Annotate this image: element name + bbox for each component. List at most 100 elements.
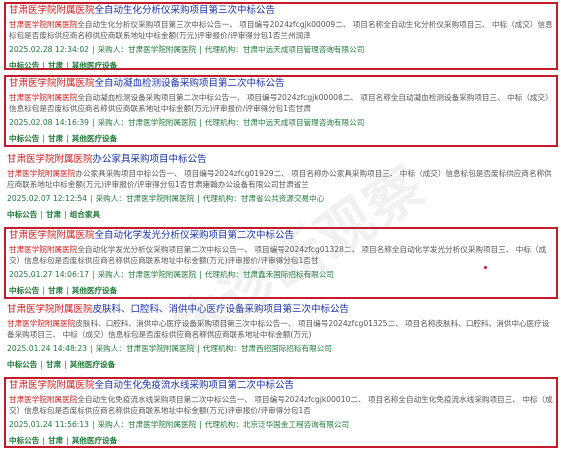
result-meta: 2025.01.24 14:48:23 | 采购人：甘肃医学院附属医院 | 代理机构：甘…: [7, 344, 332, 353]
agency-label: 代理机构：: [204, 45, 243, 54]
agency-name: 北京泛华国金工程咨询有限公司: [242, 420, 350, 429]
publish-date: 2025.01.24 14:48:23: [7, 344, 87, 353]
tag-category[interactable]: 其他医疗设备: [72, 286, 118, 295]
result-title-link[interactable]: 甘肃医学院附属医院皮肤科、口腔科、消供中心医疗设备采购项目第三次中标公告: [7, 303, 555, 316]
buyer-label: 采购人：: [97, 270, 128, 279]
tag-category[interactable]: 其他医疗设备: [72, 436, 118, 445]
result-tags: 中标公告 | 甘肃 | 其他医疗设备: [9, 436, 118, 445]
agency-label: 代理机构：: [202, 344, 241, 353]
title-highlight[interactable]: 甘肃医学院附属医院: [9, 380, 95, 391]
result-tags: 中标公告 | 甘肃 | 其他医疗设备: [9, 61, 118, 70]
result-snippet: 甘肃医学院附属医院全自动凝血检测设备采购项目第二次中标公告一、 项目编号2024…: [9, 92, 553, 114]
result-meta: 2025.01.24 11:56:13 | 采购人：甘肃医学院附属医院 | 代理机构：北…: [9, 420, 350, 429]
agency-label: 代理机构：: [204, 420, 243, 429]
title-highlight[interactable]: 甘肃医学院附属医院: [7, 304, 93, 315]
result-meta: 2025.02.28 12:34:02 | 采购人：甘肃医学院附属医院 | 代理机构：甘…: [9, 45, 365, 54]
snippet-text: 全自动化学发光分析仪采购项目第二次中标公告一、 项目编号2024zfcg0132…: [9, 245, 547, 265]
snippet-highlight: 甘肃医学院附属医院: [7, 169, 76, 178]
snippet-text: 皮肤科、口腔科、消供中心医疗设备采购项目第三次中标公告一、 项目编号2024zf…: [7, 319, 550, 339]
publish-date: 2025.01.27 14:06:17: [9, 270, 89, 279]
snippet-text: 全自动生化分析仪采购项目第三次中标公告一、 项目编号2024zfcgjk0000…: [9, 20, 553, 40]
list-item: 甘肃医学院附属医院皮肤科、口腔科、消供中心医疗设备采购项目第三次中标公告 甘肃医…: [4, 303, 558, 373]
results-list: 甘肃医学院附属医院全自动生化分析仪采购项目第三次中标公告 甘肃医学院附属医院全自…: [0, 0, 564, 450]
tag-category[interactable]: 其他医疗设备: [72, 61, 118, 70]
title-highlight[interactable]: 甘肃医学院附属医院: [7, 154, 93, 165]
agency-label: 代理机构：: [202, 194, 241, 203]
list-item: 甘肃医学院附属医院全自动凝血检测设备采购项目第二次中标公告 甘肃医学院附属医院全…: [4, 75, 558, 147]
result-tags: 中标公告 | 甘肃 | 组合家具: [7, 210, 101, 219]
snippet-text: 全自动凝血检测设备采购项目第二次中标公告一、 项目编号2024zfcgjk000…: [9, 93, 553, 113]
buyer-name: 甘肃医学院附属医院: [127, 118, 197, 127]
agency-name: 甘肃西招国际招标有限公司: [240, 344, 332, 353]
buyer-name: 甘肃医学院附属医院: [127, 45, 197, 54]
result-tags: 中标公告 | 甘肃 | 其他医疗设备: [9, 286, 118, 295]
buyer-label: 采购人：: [95, 194, 126, 203]
result-title-link[interactable]: 甘肃医学院附属医院办公家具采购项目中标公告: [7, 153, 555, 166]
buyer-label: 采购人：: [97, 45, 128, 54]
buyer-name: 甘肃医学院附属医院: [127, 420, 197, 429]
result-snippet: 甘肃医学院附属医院办公家具采购项目中标公告一、 项目编号2024zfcg0192…: [7, 168, 555, 190]
title-text[interactable]: 全自动生化分析仪采购项目第三次中标公告: [95, 5, 276, 16]
snippet-highlight: 甘肃医学院附属医院: [9, 245, 78, 254]
snippet-highlight: 甘肃医学院附属医院: [9, 93, 78, 102]
result-meta: 2025.02.07 12:12:54 | 采购人：甘肃医学院附属医院 | 代理机构：甘…: [7, 194, 325, 203]
snippet-text: 办公家具采购项目中标公告一、 项目编号2024zfcg01929二、 项目名称办…: [7, 169, 552, 189]
buyer-name: 甘肃医学院附属医院: [125, 344, 195, 353]
tag-region[interactable]: 甘肃: [48, 134, 63, 143]
title-text[interactable]: 全自动生化免疫流水线采购项目第二次中标公告: [95, 380, 295, 391]
tag-type[interactable]: 中标公告: [9, 61, 39, 70]
tag-type[interactable]: 中标公告: [7, 360, 37, 369]
snippet-highlight: 甘肃医学院附属医院: [7, 319, 76, 328]
title-text[interactable]: 办公家具采购项目中标公告: [93, 154, 207, 165]
list-item: 甘肃医学院附属医院全自动生化分析仪采购项目第三次中标公告 甘肃医学院附属医院全自…: [4, 2, 558, 70]
tag-region[interactable]: 甘肃: [46, 210, 61, 219]
tag-region[interactable]: 甘肃: [48, 436, 63, 445]
result-snippet: 甘肃医学院附属医院皮肤科、口腔科、消供中心医疗设备采购项目第三次中标公告一、 项…: [7, 318, 555, 340]
agency-label: 代理机构：: [204, 270, 243, 279]
buyer-label: 采购人：: [97, 118, 128, 127]
snippet-highlight: 甘肃医学院附属医院: [9, 20, 78, 29]
tag-type[interactable]: 中标公告: [9, 286, 39, 295]
title-highlight[interactable]: 甘肃医学院附属医院: [9, 230, 95, 241]
agency-name: 甘肃中远天成项目管理咨询有限公司: [242, 118, 365, 127]
result-title-link[interactable]: 甘肃医学院附属医院全自动凝血检测设备采购项目第二次中标公告: [9, 77, 553, 90]
buyer-label: 采购人：: [95, 344, 126, 353]
tag-region[interactable]: 甘肃: [48, 61, 63, 70]
agency-name: 甘肃中远天成项目管理咨询有限公司: [242, 45, 365, 54]
publish-date: 2025.01.24 11:56:13: [9, 420, 89, 429]
tag-region[interactable]: 甘肃: [48, 286, 63, 295]
tag-category[interactable]: 组合家具: [70, 210, 100, 219]
result-snippet: 甘肃医学院附属医院全自动化学发光分析仪采购项目第二次中标公告一、 项目编号202…: [9, 244, 553, 266]
snippet-text: 全自动生化免疫流水线采购项目第二次中标公告一、 项目编号2024zfcgjk00…: [9, 395, 553, 415]
tag-type[interactable]: 中标公告: [9, 436, 39, 445]
publish-date: 2025.02.28 12:34:02: [9, 45, 89, 54]
result-tags: 中标公告 | 甘肃 | 其他医疗设备: [9, 134, 118, 143]
result-title-link[interactable]: 甘肃医学院附属医院全自动化学发光分析仪采购项目第二次中标公告: [9, 229, 553, 242]
result-snippet: 甘肃医学院附属医院全自动生化免疫流水线采购项目第二次中标公告一、 项目编号202…: [9, 394, 553, 416]
list-item: 甘肃医学院附属医院全自动化学发光分析仪采购项目第二次中标公告 甘肃医学院附属医院…: [4, 227, 558, 299]
result-title-link[interactable]: 甘肃医学院附属医院全自动生化分析仪采购项目第三次中标公告: [9, 4, 553, 17]
result-title-link[interactable]: 甘肃医学院附属医院全自动生化免疫流水线采购项目第二次中标公告: [9, 379, 553, 392]
annotation-dot: [484, 266, 487, 269]
buyer-name: 甘肃医学院附属医院: [125, 194, 195, 203]
result-meta: 2025.02.08 14:16:39 | 采购人：甘肃医学院附属医院 | 代理机构：甘…: [9, 118, 365, 127]
title-text[interactable]: 皮肤科、口腔科、消供中心医疗设备采购项目第三次中标公告: [93, 304, 350, 315]
tag-category[interactable]: 其他医疗设备: [72, 134, 118, 143]
title-highlight[interactable]: 甘肃医学院附属医院: [9, 5, 95, 16]
tag-region[interactable]: 甘肃: [46, 360, 61, 369]
title-text[interactable]: 全自动化学发光分析仪采购项目第二次中标公告: [95, 230, 295, 241]
buyer-label: 采购人：: [97, 420, 128, 429]
agency-name: 甘肃鑫禾国际招标有限公司: [242, 270, 334, 279]
tag-type[interactable]: 中标公告: [9, 134, 39, 143]
result-snippet: 甘肃医学院附属医院全自动生化分析仪采购项目第三次中标公告一、 项目编号2024z…: [9, 19, 553, 41]
list-item: 甘肃医学院附属医院办公家具采购项目中标公告 甘肃医学院附属医院办公家具采购项目中…: [4, 153, 558, 223]
publish-date: 2025.02.08 14:16:39: [9, 118, 89, 127]
title-text[interactable]: 全自动凝血检测设备采购项目第二次中标公告: [95, 78, 285, 89]
buyer-name: 甘肃医学院附属医院: [127, 270, 197, 279]
tag-category[interactable]: 其他医疗设备: [70, 360, 116, 369]
snippet-highlight: 甘肃医学院附属医院: [9, 395, 78, 404]
agency-label: 代理机构：: [204, 118, 243, 127]
result-tags: 中标公告 | 甘肃 | 其他医疗设备: [7, 360, 116, 369]
tag-type[interactable]: 中标公告: [7, 210, 37, 219]
title-highlight[interactable]: 甘肃医学院附属医院: [9, 78, 95, 89]
